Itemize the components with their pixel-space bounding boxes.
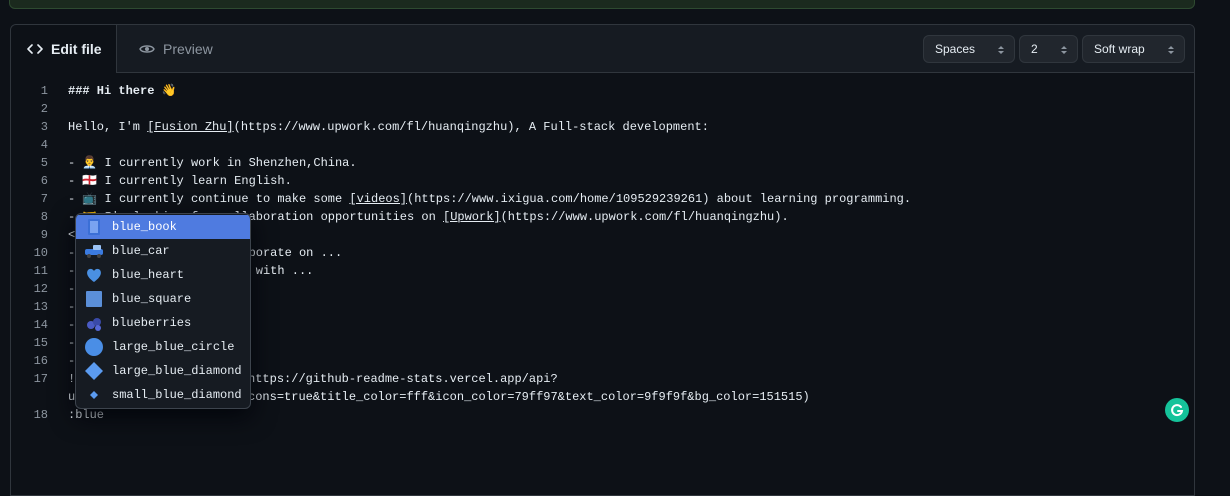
markdown-link-text: [Fusion Zhu]	[147, 120, 234, 134]
markdown-link-text: [videos]	[349, 192, 407, 206]
tab-preview[interactable]: Preview	[139, 25, 213, 73]
line-text-segment: (https://github-readme-stats.vercel.app/…	[240, 372, 558, 386]
autocomplete-item-label: blueberries	[112, 316, 192, 330]
indent-size-select[interactable]: 2	[1019, 35, 1078, 63]
code-line[interactable]: 6 - 🏴󠁧󠁢󠁥󠁮󠁧󠁿 I currently learn English.	[11, 172, 1194, 190]
blue-square-icon	[84, 289, 104, 309]
line-text: ### Hi there 👋	[68, 84, 177, 98]
tab-edit-file[interactable]: Edit file	[11, 25, 117, 73]
line-number: 17	[33, 372, 48, 386]
code-line[interactable]: 1 ### Hi there 👋	[11, 82, 1194, 100]
line-number: 4	[40, 138, 48, 152]
autocomplete-item-label: blue_square	[112, 292, 192, 306]
autocomplete-item[interactable]: small_blue_diamond	[76, 383, 250, 407]
line-number: 7	[40, 192, 48, 206]
code-line[interactable]: 7 - 📺 I currently continue to make some […	[11, 190, 1194, 208]
wrap-mode-select[interactable]: Soft wrap	[1082, 35, 1185, 63]
tab-edit-file-label: Edit file	[51, 41, 102, 57]
line-text-segment: (https://www.upwork.com/fl/huanqingzhu).	[500, 210, 789, 224]
line-number: 12	[33, 282, 48, 296]
autocomplete-item-label: blue_book	[112, 220, 177, 234]
blue-heart-icon	[84, 265, 104, 285]
line-number: 13	[33, 300, 48, 314]
autocomplete-item[interactable]: blueberries	[76, 311, 250, 335]
line-number: 3	[40, 120, 48, 134]
large-blue-diamond-icon	[84, 361, 104, 381]
code-line[interactable]: 4	[11, 136, 1194, 154]
autocomplete-item[interactable]: blue_square	[76, 287, 250, 311]
autocomplete-item[interactable]: large_blue_diamond	[76, 359, 250, 383]
autocomplete-item-label: small_blue_diamond	[112, 388, 242, 402]
line-number: 15	[33, 336, 48, 350]
select-arrows-icon	[1061, 46, 1067, 54]
line-number: 10	[33, 246, 48, 260]
line-number: 8	[40, 210, 48, 224]
code-line[interactable]: 5 - 👨‍💼 I currently work in Shenzhen,Chin…	[11, 154, 1194, 172]
line-number: 18	[33, 408, 48, 422]
line-text-segment: (https://www.upwork.com/fl/huanqingzhu),…	[233, 120, 709, 134]
line-text-segment: Hello, I'm	[68, 120, 148, 134]
blue-book-icon	[84, 217, 104, 237]
eye-icon	[139, 45, 155, 53]
large-blue-circle-icon	[84, 337, 104, 357]
tab-preview-label: Preview	[163, 41, 213, 57]
indent-size-value: 2	[1031, 42, 1038, 56]
indent-mode-value: Spaces	[935, 42, 976, 56]
small-blue-diamond-icon	[84, 385, 104, 405]
code-line[interactable]: 2	[11, 100, 1194, 118]
line-text-segment: (https://www.ixigua.com/home/10952923926…	[407, 192, 912, 206]
autocomplete-item[interactable]: blue_car	[76, 239, 250, 263]
autocomplete-item-label: large_blue_diamond	[112, 364, 242, 378]
autocomplete-item[interactable]: blue_book	[76, 215, 250, 239]
markdown-link-text: [Upwork]	[443, 210, 501, 224]
code-icon	[27, 44, 43, 54]
select-arrows-icon	[1168, 46, 1174, 54]
line-text: - 📺 I currently continue to make some [v…	[68, 190, 911, 208]
autocomplete-item-label: blue_car	[112, 244, 170, 258]
autocomplete-item-label: blue_heart	[112, 268, 185, 282]
editor-tabbar: Edit file Preview Spaces 2 Soft wrap	[11, 25, 1194, 73]
line-text: Hello, I'm [Fusion Zhu](https://www.upwo…	[68, 118, 709, 136]
select-arrows-icon	[998, 46, 1004, 54]
line-number: 2	[40, 102, 48, 116]
line-number: 1	[40, 84, 48, 98]
blue-car-icon	[84, 241, 104, 261]
line-number: 5	[40, 156, 48, 170]
indent-mode-select[interactable]: Spaces	[923, 35, 1015, 63]
grammarly-icon	[1171, 404, 1184, 417]
line-number: 16	[33, 354, 48, 368]
line-text: - 👨‍💼 I currently work in Shenzhen,China…	[68, 156, 357, 170]
emoji-autocomplete-popup: blue_book blue_car blue_heart blue_squarebl…	[75, 213, 251, 409]
line-number: 9	[40, 228, 48, 242]
line-number: 11	[33, 264, 48, 278]
top-banner	[9, 0, 1195, 9]
code-line[interactable]: 3 Hello, I'm [Fusion Zhu](https://www.upw…	[11, 118, 1194, 136]
line-text-segment: - 📺 I currently continue to make some	[68, 192, 350, 206]
blueberries-icon	[84, 313, 104, 333]
autocomplete-item[interactable]: large_blue_circle	[76, 335, 250, 359]
autocomplete-item[interactable]: blue_heart	[76, 263, 250, 287]
wrap-mode-value: Soft wrap	[1094, 42, 1145, 56]
grammarly-button[interactable]	[1165, 398, 1189, 422]
autocomplete-item-label: large_blue_circle	[112, 340, 235, 354]
line-number: 6	[40, 174, 48, 188]
line-text: - 🏴󠁧󠁢󠁥󠁮󠁧󠁿 I currently learn English.	[68, 174, 292, 188]
line-number: 14	[33, 318, 48, 332]
